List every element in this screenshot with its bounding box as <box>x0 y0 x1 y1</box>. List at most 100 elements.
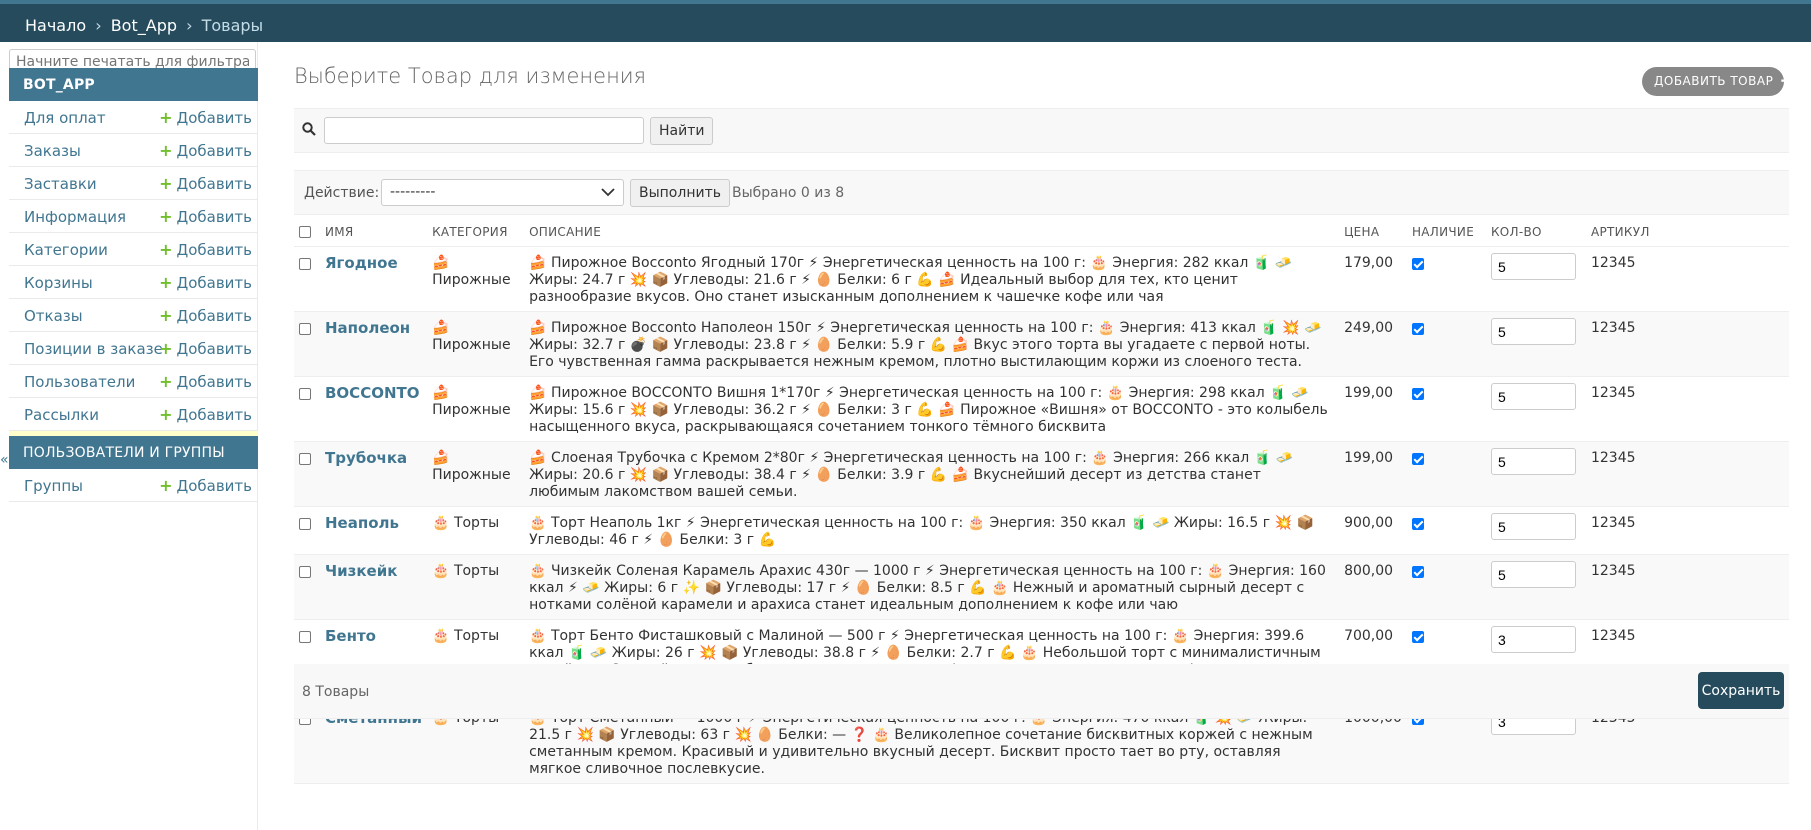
sidebar-item: Позиции в заказе + Добавить <box>9 332 258 365</box>
qty-input[interactable] <box>1490 561 1576 588</box>
column-header-sku[interactable]: АРТИКУЛ <box>1585 214 1789 247</box>
table-row: Неаполь 🎂 Торты 🎂 Торт Неаполь 1кг ⚡ Энерг… <box>294 506 1789 555</box>
row-select-checkbox[interactable] <box>299 323 311 335</box>
sidebar-add-link[interactable]: +Добавить <box>159 339 252 358</box>
sidebar-add-link[interactable]: +Добавить <box>159 372 252 391</box>
row-select-checkbox[interactable] <box>299 518 311 530</box>
sidebar-item-label[interactable]: Корзины <box>24 274 93 292</box>
sidebar-item: Заказы + Добавить <box>9 134 258 167</box>
row-select-checkbox[interactable] <box>299 566 311 578</box>
add-link-label: Добавить <box>176 208 252 226</box>
qty-input[interactable] <box>1490 626 1576 653</box>
qty-cell <box>1485 441 1586 507</box>
sidebar-add-link[interactable]: +Добавить <box>159 240 252 259</box>
add-button-label: ДОБАВИТЬ ТОВАР <box>1654 74 1774 88</box>
action-counter: Выбрано 0 из 8 <box>732 185 845 201</box>
category-cell: 🎂 Торты <box>427 554 525 620</box>
qty-input[interactable] <box>1490 383 1576 410</box>
plus-icon: + <box>159 240 173 259</box>
table-row: Чизкейк 🎂 Торты 🎂 Чизкейк Соленая Карамель… <box>294 554 1789 620</box>
qty-input[interactable] <box>1490 253 1576 280</box>
column-header-qty[interactable]: КОЛ-ВО <box>1485 214 1586 247</box>
sidebar-add-link[interactable]: +Добавить <box>159 306 252 325</box>
available-checkbox[interactable] <box>1411 631 1424 643</box>
available-checkbox[interactable] <box>1411 323 1424 335</box>
available-checkbox[interactable] <box>1411 258 1424 270</box>
sidebar-add-link[interactable]: +Добавить <box>159 174 252 193</box>
available-checkbox[interactable] <box>1411 453 1424 465</box>
name-cell: Неаполь <box>320 506 428 555</box>
table-row: Ягодное 🍰 Пирожные 🍰 Пирожное Bocconto Яго… <box>294 246 1789 312</box>
category-cell: 🍰 Пирожные <box>427 246 525 312</box>
row-select-checkbox[interactable] <box>299 388 311 400</box>
sidebar-item-label[interactable]: Отказы <box>24 307 83 325</box>
sidebar-item-label[interactable]: Позиции в заказе <box>24 340 163 358</box>
save-button[interactable]: Сохранить <box>1698 672 1784 709</box>
sidebar-item: Категории + Добавить <box>9 233 258 266</box>
add-product-button[interactable]: ДОБАВИТЬ ТОВАР ✚ <box>1642 67 1791 96</box>
product-name-link[interactable]: BOCCONTO <box>325 384 420 402</box>
plus-icon: + <box>159 306 173 325</box>
breadcrumb-app[interactable]: Bot_App <box>111 16 177 35</box>
breadcrumb-current: Товары <box>201 16 264 35</box>
sidebar-item-label[interactable]: Для оплат <box>24 109 106 127</box>
plus-icon: + <box>159 372 173 391</box>
plus-icon: ✚ <box>1780 74 1792 88</box>
sidebar-add-link[interactable]: +Добавить <box>159 273 252 292</box>
sidebar-add-link[interactable]: +Добавить <box>159 207 252 226</box>
sidebar-item-label[interactable]: Заказы <box>24 142 81 160</box>
sidebar-item-label[interactable]: Категории <box>24 241 108 259</box>
sidebar-item-label[interactable]: Пользователи <box>24 373 135 391</box>
sidebar-add-link[interactable]: +Добавить <box>159 108 252 127</box>
add-link-label: Добавить <box>176 175 252 193</box>
column-header-available[interactable]: НАЛИЧИЕ <box>1406 214 1486 247</box>
sidebar-item: Корзины + Добавить <box>9 266 258 299</box>
search-input[interactable] <box>324 117 644 144</box>
qty-input[interactable] <box>1490 513 1576 540</box>
product-name-link[interactable]: Неаполь <box>325 514 399 532</box>
row-select-checkbox[interactable] <box>299 453 311 465</box>
product-name-link[interactable]: Трубочка <box>325 449 407 467</box>
module-caption[interactable]: BOT_APP <box>9 68 258 101</box>
module-caption[interactable]: ПОЛЬЗОВАТЕЛИ И ГРУППЫ <box>9 436 258 469</box>
product-name-link[interactable]: Наполеон <box>325 319 410 337</box>
sidebar-add-link[interactable]: +Добавить <box>159 476 252 495</box>
column-header-description[interactable]: ОПИСАНИЕ <box>524 214 1340 247</box>
sku-cell: 12345 <box>1585 246 1789 312</box>
qty-input[interactable] <box>1490 448 1576 475</box>
sidebar-add-link[interactable]: +Добавить <box>159 405 252 424</box>
product-name-link[interactable]: Бенто <box>325 627 376 645</box>
sidebar-item-label[interactable]: Рассылки <box>24 406 99 424</box>
row-select-checkbox[interactable] <box>299 258 311 270</box>
header-bar: Начало › Bot_App › Товары <box>0 0 1811 42</box>
price-cell: 179,00 <box>1339 246 1407 312</box>
description-cell: 🍰 Пирожное BOCCONTO Вишня 1*170г ⚡ Энерг… <box>524 376 1340 442</box>
sidebar: BOT_APP Для оплат+ДобавитьЗаказы+Добавит… <box>9 42 258 830</box>
column-header-name[interactable]: ИМЯ <box>320 214 428 247</box>
sidebar-collapse-toggle[interactable]: « <box>0 452 9 468</box>
qty-input[interactable] <box>1490 318 1576 345</box>
breadcrumb-home[interactable]: Начало <box>25 16 86 35</box>
add-link-label: Добавить <box>176 109 252 127</box>
sidebar-item-label[interactable]: Группы <box>24 477 83 495</box>
column-header-category[interactable]: КАТЕГОРИЯ <box>427 214 525 247</box>
select-all-checkbox[interactable] <box>299 225 311 238</box>
sidebar-add-link[interactable]: +Добавить <box>159 141 252 160</box>
column-header-price[interactable]: ЦЕНА <box>1339 214 1407 247</box>
name-cell: Чизкейк <box>320 554 428 620</box>
price-cell: 199,00 <box>1339 376 1407 442</box>
action-run-button[interactable]: Выполнить <box>630 179 730 207</box>
description-cell: 🍰 Слоеная Трубочка с Кремом 2*80г ⚡ Энер… <box>524 441 1340 507</box>
action-select[interactable]: --------- <box>381 179 624 206</box>
sidebar-item-label[interactable]: Информация <box>24 208 126 226</box>
product-name-link[interactable]: Чизкейк <box>325 562 397 580</box>
available-checkbox[interactable] <box>1411 566 1424 578</box>
search-button[interactable]: Найти <box>650 117 714 145</box>
sidebar-item-label[interactable]: Заставки <box>24 175 97 193</box>
sidebar-item: Рассылки + Добавить <box>9 398 258 431</box>
sidebar-item: Заставки + Добавить <box>9 167 258 200</box>
row-select-checkbox[interactable] <box>299 631 311 643</box>
product-name-link[interactable]: Ягодное <box>325 254 398 272</box>
available-checkbox[interactable] <box>1411 518 1424 530</box>
available-checkbox[interactable] <box>1411 388 1424 400</box>
